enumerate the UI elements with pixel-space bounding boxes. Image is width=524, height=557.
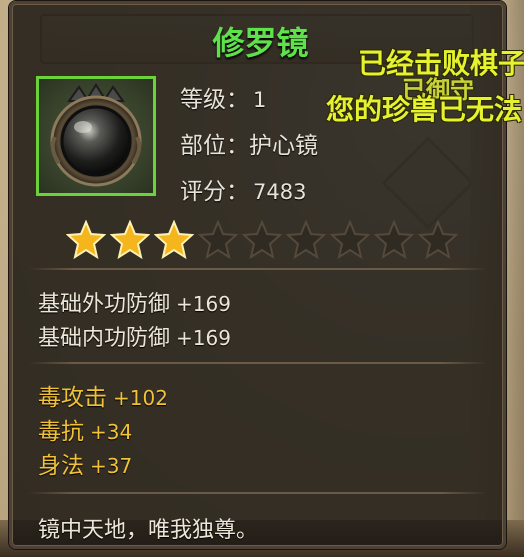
star-empty-icon — [330, 220, 370, 260]
star-filled-icon — [66, 220, 106, 260]
attribute-value: +34 — [90, 420, 133, 444]
slot-label: 部位： — [180, 133, 249, 159]
divider — [28, 268, 487, 270]
attribute-name: 身法 — [38, 453, 84, 479]
star-filled-icon — [110, 220, 150, 260]
item-level: 等级： 1 — [180, 80, 266, 114]
attribute-value: +169 — [176, 292, 231, 316]
attribute-name: 基础内功防御 — [38, 326, 171, 351]
attribute-name: 基础外功防御 — [38, 292, 171, 317]
star-empty-icon — [286, 220, 326, 260]
divider — [28, 492, 487, 494]
item-slot: 部位：护心镜 — [180, 126, 318, 160]
star-empty-icon — [418, 220, 458, 260]
level-label: 等级： — [180, 87, 249, 113]
attribute-name: 毒攻击 — [38, 385, 107, 411]
base-attribute-row: 基础外功防御 +169 — [38, 286, 231, 318]
dark-orb-mirror-icon — [50, 83, 142, 187]
bonus-attribute-row: 毒攻击 +102 — [38, 378, 168, 412]
attribute-value: +37 — [90, 454, 133, 478]
base-attribute-row: 基础内功防御 +169 — [38, 320, 231, 352]
item-score: 评分： 7483 — [180, 172, 306, 206]
attribute-value: +169 — [176, 326, 231, 350]
level-value: 1 — [253, 88, 267, 112]
item-icon-frame[interactable] — [36, 76, 156, 196]
score-value: 7483 — [253, 180, 307, 204]
attribute-name: 毒抗 — [38, 419, 84, 445]
slot-value: 护心镜 — [249, 133, 318, 159]
item-description: 镜中天地，唯我独尊。 — [38, 518, 259, 543]
star-empty-icon — [198, 220, 238, 260]
star-filled-icon — [154, 220, 194, 260]
attribute-value: +102 — [113, 386, 168, 410]
star-empty-icon — [374, 220, 414, 260]
divider — [28, 362, 487, 364]
notification-line-2: 您的珍兽已无法 — [326, 93, 523, 126]
star-rating — [66, 220, 458, 260]
star-empty-icon — [242, 220, 282, 260]
score-label: 评分： — [180, 179, 249, 205]
bonus-attribute-row: 身法 +37 — [38, 446, 132, 480]
bonus-attribute-row: 毒抗 +34 — [38, 412, 132, 446]
